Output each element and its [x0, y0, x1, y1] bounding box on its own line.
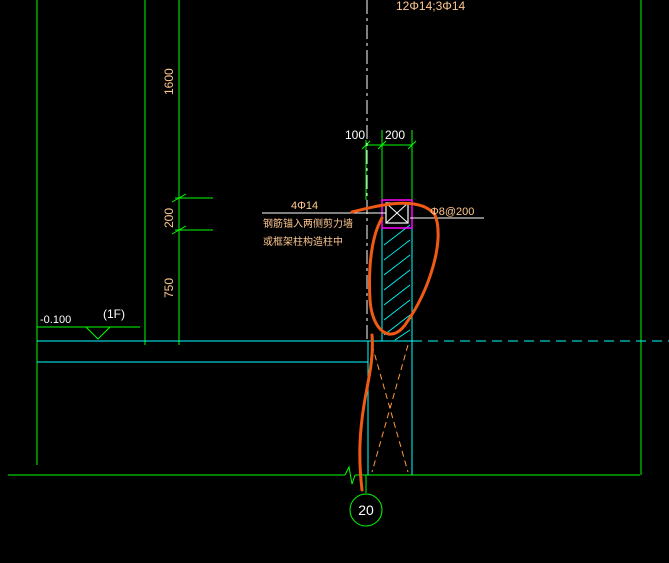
axis-number: 20 — [358, 502, 374, 518]
stirrup-label: Φ8@200 — [430, 206, 474, 218]
dimension-1600: 1600 — [162, 68, 176, 95]
rebar-label: 4Φ14 — [291, 200, 318, 212]
dimension-100: 100 — [345, 128, 365, 142]
dimension-750: 750 — [162, 278, 176, 298]
cad-drawing-canvas: 12Φ14;3Φ14 1600 200 750 100 200 4Φ14 钢筋锚… — [0, 0, 669, 563]
floor-tag: (1F) — [103, 307, 125, 321]
top-rebar-note: 12Φ14;3Φ14 — [396, 0, 466, 13]
anchor-note-line-2: 或框架柱构造柱中 — [263, 235, 343, 248]
dimension-200-vertical: 200 — [162, 208, 176, 228]
drawing-background — [0, 0, 669, 563]
dimension-200-horizontal: 200 — [385, 128, 405, 142]
anchor-note-line-1: 钢筋锚入两侧剪力墙 — [263, 217, 353, 230]
level-value: -0.100 — [40, 314, 71, 326]
